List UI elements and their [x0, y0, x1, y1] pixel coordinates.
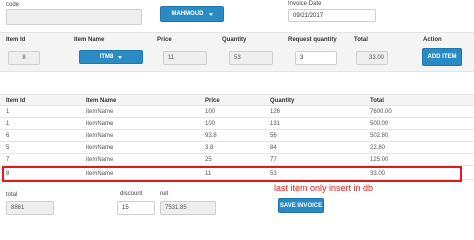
row-item-name: itemName [86, 157, 114, 163]
last-row-highlight [2, 166, 462, 182]
add-item-button[interactable]: ADD ITEM [422, 48, 462, 66]
row-price: 25 [205, 157, 212, 163]
entry-header-price: Price [157, 37, 172, 43]
row-total: 125.00 [370, 157, 389, 163]
request-quantity-field[interactable]: 3 [295, 51, 337, 65]
total-value-field[interactable]: 8861 [6, 201, 54, 215]
price-field[interactable]: 11 [163, 51, 207, 65]
item-select-label: ITM8 [99, 54, 114, 60]
item-id-field[interactable]: 8 [8, 51, 40, 65]
table-row[interactable]: 5 itemName 3.8 84 22.80 [0, 142, 474, 154]
row-total: 7600.00 [370, 109, 392, 115]
row-item-name: itemName [86, 145, 114, 151]
row-item-id: 1 [6, 109, 10, 115]
table-row[interactable]: 1 itemName 100 131 500.00 [0, 118, 474, 130]
entry-header-total: Total [354, 37, 368, 43]
discount-field[interactable]: 15 [117, 201, 155, 215]
row-item-id: 7 [6, 157, 10, 163]
table-row[interactable]: 7 itemName 25 77 125.00 [0, 154, 474, 166]
row-price: 93.8 [205, 133, 217, 139]
row-price: 100 [205, 121, 216, 127]
row-item-name: itemName [86, 109, 114, 115]
total-field[interactable]: 33.00 [356, 51, 388, 65]
entry-header-item-id: Item Id [6, 37, 26, 43]
row-quantity: 131 [270, 121, 281, 127]
row-price: 3.8 [205, 145, 214, 151]
caret-down-icon [208, 12, 213, 16]
row-item-id: 1 [6, 121, 10, 127]
quantity-field[interactable]: 53 [229, 51, 273, 65]
customer-select[interactable]: MAHMOUD [160, 6, 224, 22]
invoice-date-label: Invoice Date [288, 1, 322, 7]
total-label: total [6, 192, 18, 198]
entry-header-action: Action [423, 37, 442, 43]
discount-label: discount [120, 191, 143, 197]
row-item-id: 6 [6, 133, 10, 139]
net-value-field[interactable]: 7531.85 [160, 201, 216, 215]
customer-select-label: MAHMOUD [171, 11, 204, 17]
row-total: 22.80 [370, 145, 386, 151]
save-invoice-button[interactable]: SAVE INVOICE [278, 198, 324, 213]
row-total: 500.00 [370, 121, 389, 127]
table-header-row: Item Id Item Name Price Quantity Total [0, 94, 474, 106]
code-field[interactable] [6, 9, 142, 25]
annotation-note: last item only insert in db [274, 183, 374, 193]
row-quantity: 56 [270, 133, 277, 139]
row-item-name: itemName [86, 121, 114, 127]
row-total: 502.80 [370, 133, 389, 139]
table-row[interactable]: 6 itemName 93.8 56 502.80 [0, 130, 474, 142]
entry-header-request-quantity: Request quantity [288, 37, 337, 43]
net-label: net [160, 191, 169, 197]
caret-down-icon [118, 55, 123, 59]
item-select[interactable]: ITM8 [79, 50, 143, 64]
row-item-id: 5 [6, 145, 10, 151]
entry-header-item-name: Item Name [74, 37, 105, 43]
row-quantity: 77 [270, 157, 277, 163]
row-quantity: 126 [270, 109, 281, 115]
table-row[interactable]: 1 itemName 100 126 7600.00 [0, 106, 474, 118]
invoice-date-field[interactable]: 09/21/2017 [288, 9, 376, 22]
row-price: 100 [205, 109, 216, 115]
entry-header-quantity: Quantity [222, 37, 247, 43]
row-quantity: 84 [270, 145, 277, 151]
row-item-name: itemName [86, 133, 114, 139]
code-label: code [6, 2, 20, 8]
